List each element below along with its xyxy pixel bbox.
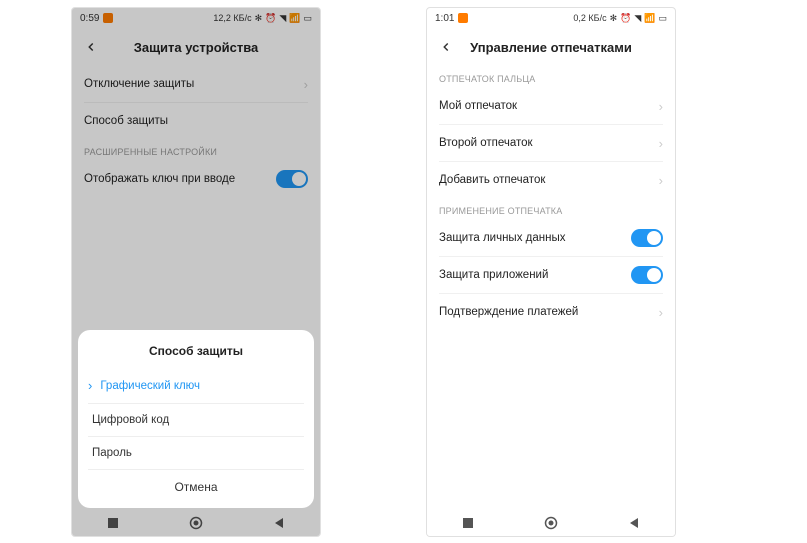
row-label: Защита приложений — [439, 269, 548, 281]
chevron-right-icon: › — [659, 305, 663, 320]
row-protection-method[interactable]: Способ защиты — [72, 103, 320, 139]
row-privacy: Защита личных данных — [427, 220, 675, 256]
chevron-right-icon: › — [659, 173, 663, 188]
toggle-apps[interactable] — [631, 266, 663, 284]
bluetooth-icon: ✻ — [255, 13, 263, 24]
section-advanced: РАСШИРЕННЫЕ НАСТРОЙКИ — [72, 139, 320, 161]
battery-icon: ▭ — [658, 13, 667, 24]
signal-icon: 📶 — [289, 13, 300, 24]
phone-right: 1:01 0,2 КБ/с ✻ ⏰ ◥ 📶 ▭ Управление отпеч… — [426, 7, 676, 537]
row-label: Мой отпечаток — [439, 100, 517, 112]
wifi-icon: ◥ — [634, 13, 641, 24]
option-pattern[interactable]: Графический ключ — [78, 368, 314, 403]
back-button[interactable] — [437, 40, 455, 54]
page-title: Защита устройства — [100, 40, 292, 55]
row-label: Второй отпечаток — [439, 137, 533, 149]
chevron-right-icon: › — [659, 99, 663, 114]
wifi-icon: ◥ — [279, 13, 286, 24]
option-label: Цифровой код — [92, 414, 169, 426]
chevron-right-icon: › — [659, 136, 663, 151]
nav-recent[interactable] — [460, 515, 476, 531]
row-apps: Защита приложений — [427, 257, 675, 293]
nav-recent[interactable] — [105, 515, 121, 531]
row-label: Защита личных данных — [439, 232, 565, 244]
row-label: Подтверждение платежей — [439, 306, 578, 318]
nav-home[interactable] — [543, 515, 559, 531]
row-show-key: Отображать ключ при вводе — [72, 161, 320, 197]
sheet-cancel-button[interactable]: Отмена — [78, 470, 314, 504]
option-password[interactable]: Пароль — [78, 437, 314, 469]
back-button[interactable] — [82, 40, 100, 54]
row-label: Отключение защиты — [84, 78, 194, 90]
row-label: Отображать ключ при вводе — [84, 173, 235, 185]
status-net: 12,2 КБ/с — [213, 13, 251, 23]
row-fp-2[interactable]: Второй отпечаток › — [427, 125, 675, 161]
toggle-privacy[interactable] — [631, 229, 663, 247]
nav-back[interactable] — [626, 515, 642, 531]
status-bar: 0:59 12,2 КБ/с ✻ ⏰ ◥ 📶 ▭ — [72, 8, 320, 28]
battery-icon: ▭ — [303, 13, 312, 24]
row-disable-protection[interactable]: Отключение защиты › — [72, 66, 320, 102]
status-net: 0,2 КБ/с — [573, 13, 606, 23]
nav-bar — [427, 510, 675, 536]
row-fp-add[interactable]: Добавить отпечаток › — [427, 162, 675, 198]
row-label: Способ защиты — [84, 115, 168, 127]
notification-icon — [458, 13, 468, 23]
chevron-right-icon: › — [304, 77, 308, 92]
bluetooth-icon: ✻ — [610, 13, 618, 24]
row-label: Добавить отпечаток — [439, 174, 545, 186]
section-fingerprint: ОТПЕЧАТОК ПАЛЬЦА — [427, 66, 675, 88]
signal-icon: 📶 — [644, 13, 655, 24]
sheet-title: Способ защиты — [78, 330, 314, 368]
bottomsheet-method: Способ защиты Графический ключ Цифровой … — [78, 330, 314, 508]
option-label: Пароль — [92, 447, 132, 459]
phone-left: 0:59 12,2 КБ/с ✻ ⏰ ◥ 📶 ▭ Защита устройст… — [71, 7, 321, 537]
status-time: 1:01 — [435, 13, 454, 24]
alarm-icon: ⏰ — [620, 13, 631, 24]
notification-icon — [103, 13, 113, 23]
row-fp-1[interactable]: Мой отпечаток › — [427, 88, 675, 124]
toggle-show-key[interactable] — [276, 170, 308, 188]
nav-back[interactable] — [271, 515, 287, 531]
header: Защита устройства — [72, 28, 320, 66]
nav-bar — [72, 510, 320, 536]
status-bar: 1:01 0,2 КБ/с ✻ ⏰ ◥ 📶 ▭ — [427, 8, 675, 28]
header: Управление отпечатками — [427, 28, 675, 66]
page-title: Управление отпечатками — [455, 40, 647, 55]
status-time: 0:59 — [80, 13, 99, 24]
section-usage: ПРИМЕНЕНИЕ ОТПЕЧАТКА — [427, 198, 675, 220]
alarm-icon: ⏰ — [265, 13, 276, 24]
option-pin[interactable]: Цифровой код — [78, 404, 314, 436]
nav-home[interactable] — [188, 515, 204, 531]
option-label: Графический ключ — [100, 380, 200, 392]
row-payments[interactable]: Подтверждение платежей › — [427, 294, 675, 330]
